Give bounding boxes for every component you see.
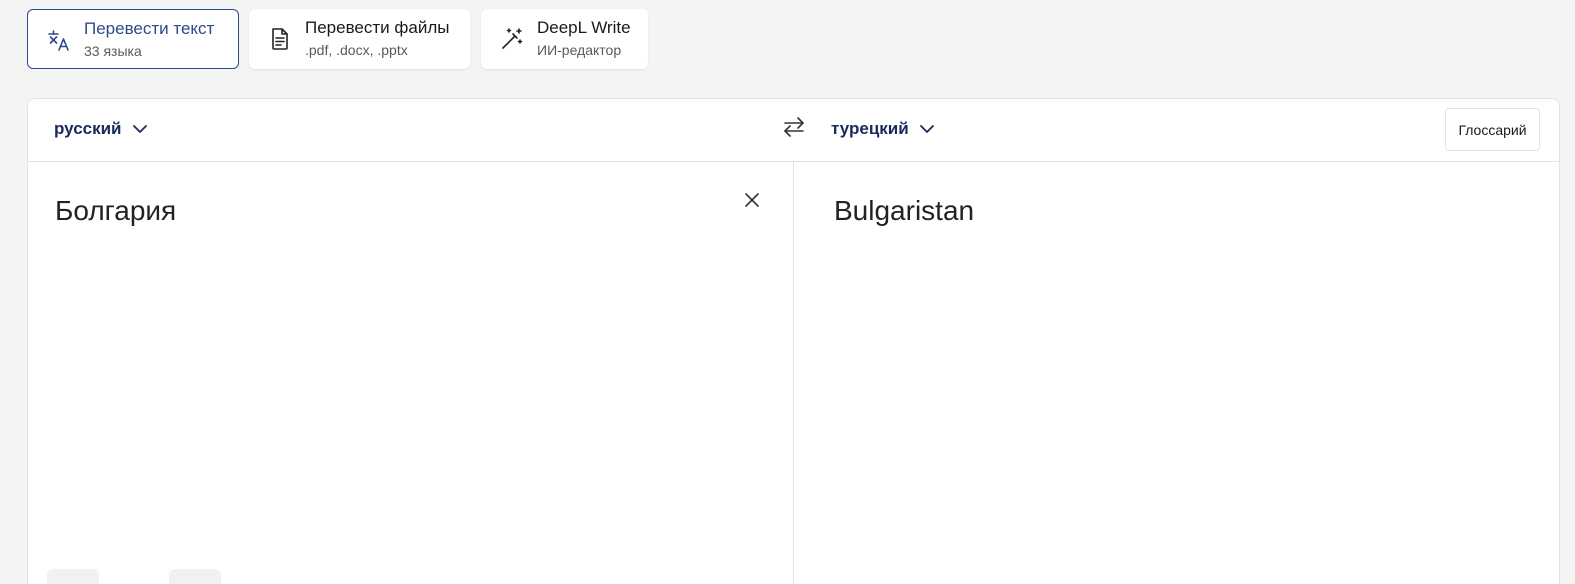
tab-translate-files[interactable]: Перевести файлы .pdf, .docx, .pptx xyxy=(249,9,470,69)
source-toolbar-button-1[interactable] xyxy=(47,569,99,584)
tab-deepl-write[interactable]: DeepL Write ИИ-редактор xyxy=(481,9,648,69)
document-icon xyxy=(267,26,293,52)
magic-wand-icon xyxy=(499,26,525,52)
language-bar: русский турецкий Глоссарий xyxy=(28,99,1559,162)
target-language-select[interactable]: турецкий xyxy=(831,119,935,139)
tab-translate-text[interactable]: Перевести текст 33 языка xyxy=(27,9,239,69)
tab-deepl-write-title: DeepL Write xyxy=(537,18,631,37)
source-language-label: русский xyxy=(54,119,122,138)
translator-panel: русский турецкий Глоссарий Болгария Bulg… xyxy=(27,98,1560,584)
source-text-input[interactable]: Болгария xyxy=(55,195,176,227)
clear-text-button[interactable] xyxy=(741,191,763,213)
tab-translate-files-title: Перевести файлы xyxy=(305,18,450,37)
chevron-down-icon xyxy=(132,119,148,139)
tab-translate-text-subtitle: 33 языка xyxy=(84,43,142,59)
tab-deepl-write-subtitle: ИИ-редактор xyxy=(537,42,622,58)
translation-output: Bulgaristan xyxy=(834,195,975,226)
tab-translate-files-subtitle: .pdf, .docx, .pptx xyxy=(305,42,408,58)
close-icon xyxy=(744,192,760,213)
swap-arrows-icon xyxy=(782,116,806,143)
panel-divider xyxy=(793,162,794,584)
chevron-down-icon xyxy=(919,119,935,139)
translate-icon xyxy=(46,27,72,53)
swap-languages-button[interactable] xyxy=(780,115,808,143)
source-language-select[interactable]: русский xyxy=(54,119,148,139)
tab-translate-text-title: Перевести текст xyxy=(84,19,215,38)
deepl-translator-page: Перевести текст 33 языка Перевести файлы… xyxy=(0,0,1575,584)
source-toolbar-button-2[interactable] xyxy=(169,569,221,584)
target-language-label: турецкий xyxy=(831,119,909,138)
glossary-button[interactable]: Глоссарий xyxy=(1445,108,1540,151)
